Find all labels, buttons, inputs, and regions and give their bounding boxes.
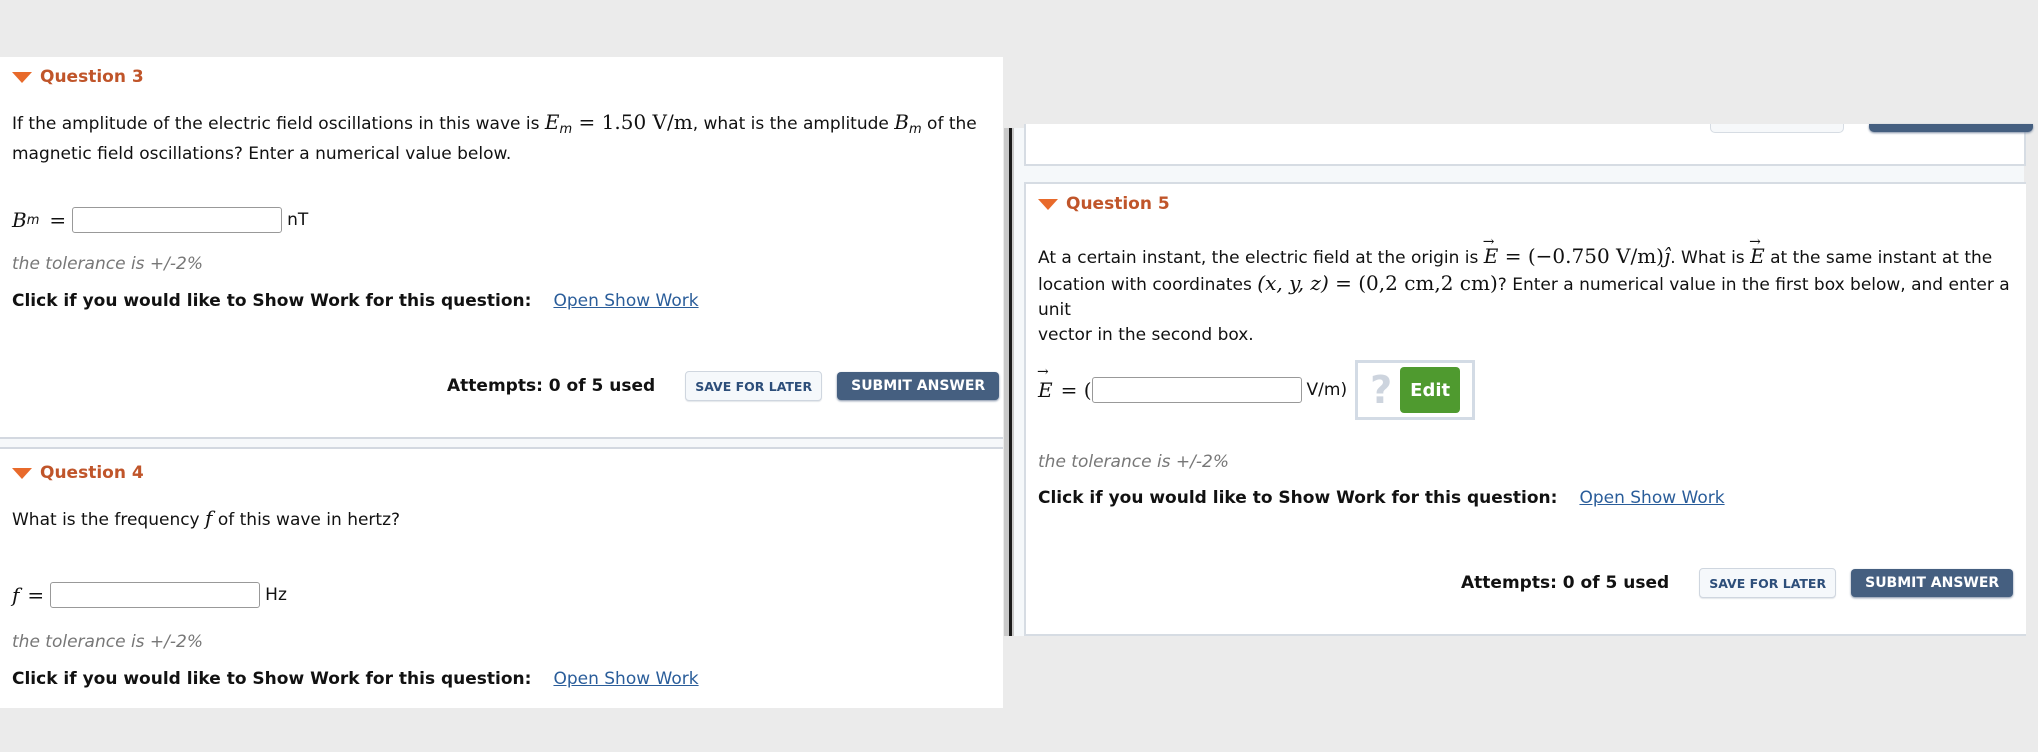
open-show-work-link[interactable]: Open Show Work — [553, 669, 698, 689]
math-em-variable: E — [544, 110, 560, 134]
splitter-handle[interactable] — [1009, 128, 1012, 636]
show-work-row: Click if you would like to Show Work for… — [1038, 488, 1725, 508]
previous-submit-answer-button[interactable] — [1869, 124, 2033, 132]
frequency-answer-input[interactable] — [50, 582, 261, 608]
question-4-answer-row: f = Hz — [12, 582, 287, 608]
save-for-later-button[interactable]: SAVE FOR LATER — [1699, 568, 1837, 598]
save-for-later-button[interactable]: SAVE FOR LATER — [685, 371, 823, 401]
question-separator — [0, 437, 1003, 449]
question-5-title: Question 5 — [1066, 194, 1170, 214]
question-5-card: Question 5 At a certain instant, the ele… — [1024, 182, 2026, 636]
collapse-triangle-icon[interactable] — [1038, 198, 1058, 210]
e-magnitude-input[interactable] — [1091, 377, 1302, 403]
show-work-row: Click if you would like to Show Work for… — [12, 669, 699, 689]
right-question-panel: Question 5 At a certain instant, the ele… — [1014, 124, 2033, 636]
answer-variable-label: B — [12, 208, 27, 232]
unit-label: V/m) — [1306, 380, 1348, 400]
left-question-panel: Question 3 If the amplitude of the elect… — [0, 57, 1003, 708]
collapse-triangle-icon[interactable] — [12, 71, 32, 83]
unit-label: Hz — [265, 585, 287, 605]
question-3-attempts-bar: Attempts: 0 of 5 used SAVE FOR LATER SUB… — [447, 371, 1000, 401]
question-4-prompt: What is the frequency f of this wave in … — [12, 506, 401, 530]
unit-label: nT — [287, 210, 309, 230]
math-bm-variable: B — [894, 110, 909, 134]
tolerance-note: the tolerance is +/-2% — [12, 254, 204, 274]
tolerance-note: the tolerance is +/-2% — [1038, 452, 1230, 472]
question-5-prompt: At a certain instant, the electric field… — [1038, 230, 2026, 348]
show-work-row: Click if you would like to Show Work for… — [12, 291, 699, 311]
question-5-header[interactable]: Question 5 — [1038, 194, 1170, 214]
question-3-prompt: If the amplitude of the electric field o… — [12, 110, 977, 164]
open-show-work-link[interactable]: Open Show Work — [1579, 488, 1724, 508]
question-4-header[interactable]: Question 4 — [12, 463, 144, 483]
bm-answer-input[interactable] — [72, 207, 283, 233]
question-3-header[interactable]: Question 3 — [12, 67, 144, 87]
submit-answer-button[interactable]: SUBMIT ANSWER — [837, 372, 1000, 400]
previous-save-for-later-button[interactable] — [1710, 124, 1844, 133]
math-coordinates: (x, y, z) — [1257, 271, 1329, 295]
math-e-vector: E — [1749, 230, 1765, 269]
math-e-vector: E — [1483, 230, 1499, 269]
question-4-title: Question 4 — [40, 463, 144, 483]
previous-question-card — [1024, 124, 2033, 166]
tolerance-note: the tolerance is +/-2% — [12, 632, 204, 652]
unit-vector-input-box[interactable]: ? Edit — [1355, 360, 1476, 420]
answer-variable-label: f — [12, 583, 20, 607]
submit-answer-button[interactable]: SUBMIT ANSWER — [1851, 569, 2014, 597]
question-3-answer-row: Bm = nT — [12, 207, 309, 233]
answer-vector-label: E — [1037, 364, 1053, 402]
attempts-count: Attempts: 0 of 5 used — [1461, 573, 1670, 593]
collapse-triangle-icon[interactable] — [12, 467, 32, 479]
edit-unit-vector-button[interactable]: Edit — [1400, 367, 1461, 413]
question-5-answer-row: E = ( V/m) ? Edit — [1037, 360, 1476, 420]
question-5-attempts-bar: Attempts: 0 of 5 used SAVE FOR LATER SUB… — [1461, 568, 2014, 598]
math-em-value: = 1.50 V/m — [572, 110, 693, 134]
attempts-count: Attempts: 0 of 5 used — [447, 376, 656, 396]
open-show-work-link[interactable]: Open Show Work — [553, 291, 698, 311]
question-mark-icon: ? — [1370, 368, 1393, 412]
question-3-title: Question 3 — [40, 67, 144, 87]
